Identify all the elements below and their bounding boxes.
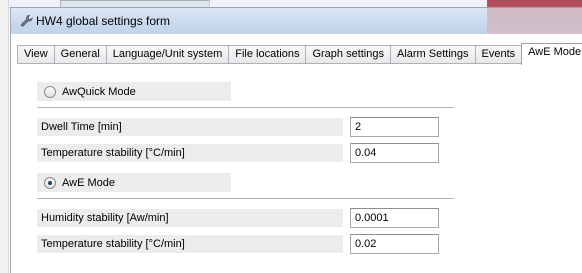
tab-alarm-settings[interactable]: Alarm Settings <box>390 45 476 63</box>
awe-temperature-stability-row: Temperature stability [°C/min] 0.02 <box>37 234 457 254</box>
window-title: HW4 global settings form <box>36 14 171 28</box>
section-divider <box>37 198 454 199</box>
awe-mode-panel: AwQuick Mode Dwell Time [min] 2 Temperat… <box>37 82 457 260</box>
tab-graph-settings[interactable]: Graph settings <box>305 45 391 63</box>
awquick-mode-label: AwQuick Mode <box>62 85 136 98</box>
awquick-mode-radio[interactable] <box>44 85 56 98</box>
title-bar[interactable]: HW4 global settings form <box>11 8 582 34</box>
awe-temperature-stability-input[interactable]: 0.02 <box>350 234 439 254</box>
dwell-time-label: Dwell Time [min] <box>37 118 343 136</box>
section-divider <box>37 107 454 108</box>
awquick-mode-option[interactable]: AwQuick Mode <box>37 82 231 101</box>
awe-temperature-stability-label: Temperature stability [°C/min] <box>37 235 343 253</box>
humidity-stability-label: Humidity stability [Aw/min] <box>37 209 343 227</box>
tab-panel-border <box>17 63 582 64</box>
tab-events[interactable]: Events <box>474 45 523 63</box>
dwell-time-input[interactable]: 2 <box>350 117 439 137</box>
awquick-temperature-stability-label: Temperature stability [°C/min] <box>37 144 343 162</box>
tab-language-unit-system[interactable]: Language/Unit system <box>105 45 230 63</box>
tab-file-locations[interactable]: File locations <box>228 45 307 63</box>
screen: HW4 global settings form View General La… <box>0 0 582 273</box>
settings-dialog: HW4 global settings form View General La… <box>10 7 582 273</box>
tab-awe-mode[interactable]: AwE Mode <box>521 43 582 65</box>
awe-mode-label: AwE Mode <box>62 176 115 189</box>
tab-general[interactable]: General <box>53 45 107 63</box>
awe-mode-radio[interactable] <box>44 176 56 189</box>
awquick-temperature-stability-input[interactable]: 0.04 <box>350 143 439 163</box>
dwell-time-row: Dwell Time [min] 2 <box>37 117 457 137</box>
awquick-temperature-stability-row: Temperature stability [°C/min] 0.04 <box>37 143 457 163</box>
background-app-edge <box>0 0 9 273</box>
awe-mode-option[interactable]: AwE Mode <box>37 173 231 192</box>
wrench-icon <box>20 14 33 27</box>
tab-strip: View General Language/Unit system File l… <box>17 43 582 65</box>
humidity-stability-input[interactable]: 0.0001 <box>350 208 439 228</box>
humidity-stability-row: Humidity stability [Aw/min] 0.0001 <box>37 208 457 228</box>
title-bar-glass <box>487 8 582 34</box>
tab-view[interactable]: View <box>17 45 55 63</box>
